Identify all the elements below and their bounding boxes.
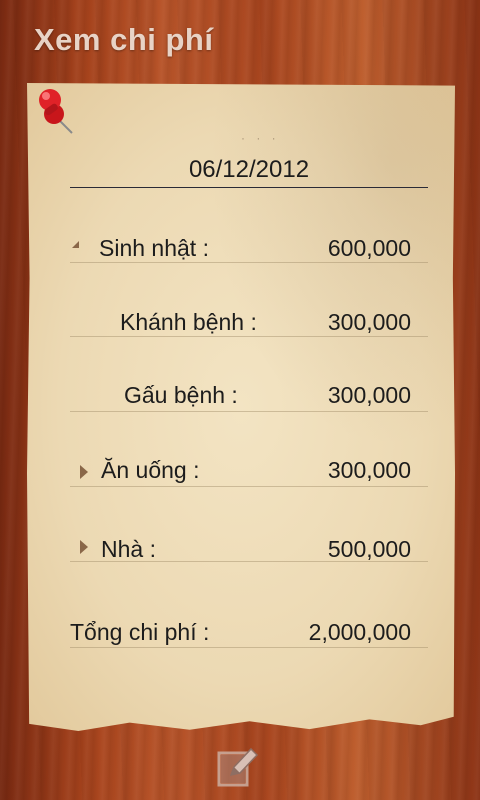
expense-row-gau-benh[interactable]: Gấu bệnh : 300,000	[70, 338, 428, 412]
push-pin-icon	[39, 89, 73, 134]
expense-row-sinh-nhat[interactable]: Sinh nhật : 600,000	[70, 189, 428, 263]
app-title: Xem chi phí	[34, 22, 214, 57]
row-separator	[70, 561, 428, 562]
row-label: Gấu bệnh :	[124, 382, 238, 408]
paper-smudge: · · ·	[241, 131, 280, 145]
expense-row-khanh-benh[interactable]: Khánh bệnh : 300,000	[70, 263, 428, 337]
collapsed-triangle-icon[interactable]	[80, 540, 88, 554]
row-amount: 600,000	[327, 235, 411, 261]
date-label: 06/12/2012	[188, 156, 310, 183]
row-separator	[70, 411, 428, 412]
row-amount: 300,000	[327, 382, 411, 408]
collapsed-triangle-icon[interactable]	[80, 465, 88, 479]
date-underline	[70, 187, 428, 188]
row-amount: 500,000	[327, 536, 411, 562]
expense-row-an-uong[interactable]: Ăn uống : 300,000	[70, 413, 428, 487]
total-row: Tổng chi phí : 2,000,000	[70, 574, 428, 648]
row-amount: 300,000	[327, 309, 411, 335]
row-separator	[70, 336, 428, 337]
row-separator	[70, 647, 428, 648]
row-separator	[70, 486, 428, 487]
row-amount: 300,000	[327, 457, 411, 483]
row-label: Sinh nhật :	[99, 235, 209, 261]
total-label: Tổng chi phí :	[70, 619, 210, 645]
expense-row-nha[interactable]: Nhà : 500,000	[70, 488, 428, 562]
edit-icon[interactable]	[215, 743, 261, 789]
expanded-triangle-icon[interactable]	[72, 241, 79, 248]
row-label: Ăn uống :	[101, 457, 200, 483]
total-amount: 2,000,000	[308, 619, 411, 645]
row-label: Nhà :	[101, 536, 156, 562]
row-label: Khánh bệnh :	[120, 309, 257, 335]
